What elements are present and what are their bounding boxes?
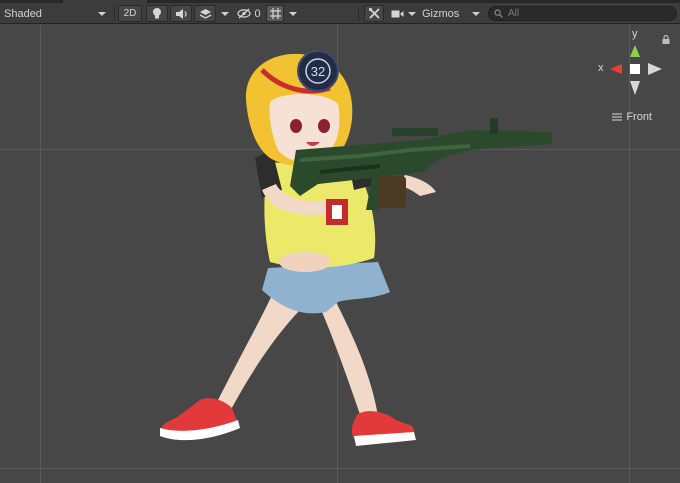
- lock-icon[interactable]: [662, 35, 670, 44]
- mode-2d-label: 2D: [123, 8, 137, 19]
- grid-icon: [269, 8, 281, 19]
- shading-mode-dropdown[interactable]: Shaded: [0, 5, 112, 22]
- audio-toggle[interactable]: [170, 5, 192, 22]
- chevron-down-icon: [407, 11, 416, 16]
- rifle-sight: [490, 118, 498, 134]
- right-eye: [318, 119, 330, 133]
- layers-icon: [199, 8, 211, 19]
- search-icon: [494, 9, 503, 18]
- gizmos-label: Gizmos: [422, 7, 460, 20]
- search-field[interactable]: All: [488, 6, 677, 21]
- neg-x-axis-handle[interactable]: [648, 63, 662, 75]
- chevron-down-icon: [98, 11, 106, 16]
- chevron-down-icon: [221, 11, 229, 16]
- center-cube[interactable]: [630, 64, 640, 74]
- right-leg: [322, 300, 378, 420]
- neg-y-axis-handle[interactable]: [630, 81, 640, 95]
- hidden-count: 0: [254, 7, 261, 20]
- grid-dropdown[interactable]: [286, 5, 300, 22]
- x-axis-handle[interactable]: [610, 64, 622, 74]
- glove-detail: [332, 205, 342, 219]
- speaker-icon: [175, 8, 187, 19]
- left-leg: [213, 295, 300, 415]
- chevron-down-icon: [289, 11, 297, 16]
- gizmos-dropdown[interactable]: Gizmos: [420, 5, 482, 22]
- belly: [279, 252, 331, 272]
- orientation-gizmo[interactable]: y x Front: [590, 25, 680, 130]
- shading-mode-label: Shaded: [4, 7, 42, 20]
- left-eye: [290, 119, 302, 133]
- wrench-icon: [368, 7, 380, 19]
- camera-settings-dropdown[interactable]: [388, 5, 418, 22]
- x-axis-label: x: [598, 62, 604, 74]
- rifle-scope: [392, 128, 438, 136]
- lighting-toggle[interactable]: [146, 5, 168, 22]
- toolbar-divider: [358, 6, 359, 21]
- eye-slash-icon: [237, 8, 252, 19]
- view-label[interactable]: Front: [612, 111, 652, 123]
- hidden-objects-toggle[interactable]: 0: [234, 5, 264, 22]
- mode-2d-button[interactable]: 2D: [118, 5, 142, 22]
- scene-viewport[interactable]: 32: [0, 25, 680, 483]
- character-model[interactable]: 32: [0, 25, 680, 483]
- scene-toolbar: Shaded 2D 0 Gizmos All: [0, 3, 680, 24]
- effects-dropdown[interactable]: [218, 5, 232, 22]
- y-axis-label: y: [632, 28, 638, 40]
- view-label-text: Front: [626, 111, 652, 123]
- rifle-magazine: [378, 176, 406, 208]
- lightbulb-icon: [153, 8, 161, 19]
- effects-toggle[interactable]: [194, 5, 216, 22]
- grid-toggle[interactable]: [266, 5, 284, 22]
- chevron-down-icon: [472, 11, 480, 16]
- camera-icon: [391, 10, 403, 17]
- y-axis-handle[interactable]: [630, 45, 640, 57]
- search-placeholder: All: [508, 8, 520, 19]
- hamburger-icon: [612, 113, 623, 121]
- toolbar-divider: [114, 6, 115, 21]
- svg-text:32: 32: [311, 64, 325, 79]
- tools-button[interactable]: [364, 5, 384, 22]
